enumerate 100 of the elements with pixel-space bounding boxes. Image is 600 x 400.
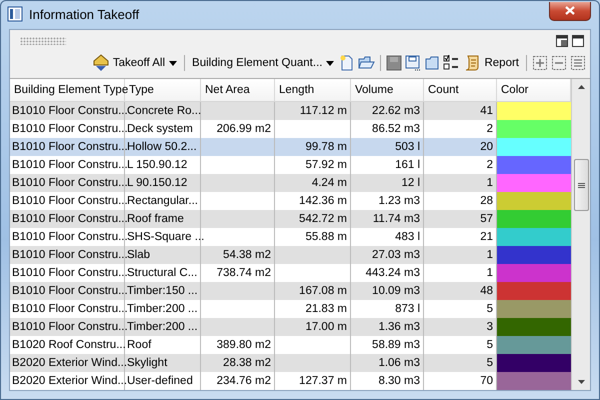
table-cell: B1010 Floor Constru... [12, 195, 128, 207]
table-cell: B1010 Floor Constru... [12, 285, 128, 297]
table-cell: 54.38 m2 [223, 249, 271, 261]
table-cell: 117.12 m [300, 105, 347, 117]
table-row[interactable]: B1010 Floor Constru...Timber:200 ... 17.00 m 1.36 m3 3 [10, 318, 571, 336]
column-header[interactable]: Volume [351, 79, 424, 101]
table-cell: 873 l [395, 303, 420, 315]
table-cell: B1010 Floor Constru... [12, 213, 128, 225]
report-button[interactable]: Report [462, 54, 521, 72]
table-row[interactable]: B1010 Floor Constru...Structural C... 738.74 m2 443.24 m3 1 [10, 264, 571, 282]
table-cell: Rectangular... [127, 195, 198, 207]
folder-icon [424, 55, 440, 71]
table-cell: 70 [480, 375, 493, 387]
table-cell: 22.62 m3 [372, 105, 420, 117]
table-cell: B1010 Floor Constru... [12, 177, 128, 189]
table-cell: Concrete Ro... [127, 105, 202, 117]
table-row[interactable]: B1010 Floor Constru...L 90.150.12 4.24 m 12 l 1 [10, 174, 571, 192]
up-arrow-icon [578, 85, 584, 89]
table-cell: B1010 Floor Constru... [12, 141, 128, 153]
table-cell: B1010 Floor Constru... [12, 231, 128, 243]
table-row[interactable]: B1010 Floor Constru...Concrete Ro... 117.12 m 22.62 m3 41 [10, 102, 571, 120]
plus-icon [532, 55, 548, 71]
table-cell: SHS-Square ... [127, 231, 204, 243]
table-cell: B1010 Floor Constru... [12, 321, 128, 333]
table-cell: Deck system [127, 123, 193, 135]
table-row[interactable]: B2020 Exterior Wind...Skylight 28.38 m2 1.06 m3 5 [10, 354, 571, 372]
table-cell: Timber:200 ... [127, 321, 198, 333]
maximize-icon [572, 35, 584, 47]
table-row[interactable]: B1010 Floor Constru...Timber:150 ... 167.08 m 10.09 m3 48 [10, 282, 571, 300]
column-header[interactable]: Length [275, 79, 351, 101]
table-cell: 3 [486, 321, 493, 333]
table-cell: 12 l [401, 177, 420, 189]
grip-handle[interactable] [20, 37, 66, 45]
table-row[interactable]: B1010 Floor Constru...L 150.90.12 57.92 m 161 l 2 [10, 156, 571, 174]
table-row[interactable]: B1010 Floor Constru...Roof frame 542.72 m 11.74 m3 57 [10, 210, 571, 228]
caret-icon [169, 60, 178, 66]
table-cell: B1010 Floor Constru... [12, 105, 128, 117]
table-cell: 17.00 m [305, 321, 347, 333]
table-cell: 5 [486, 357, 493, 369]
table-cell: Timber:150 ... [127, 285, 198, 297]
table-cell: 443.24 m3 [366, 267, 420, 279]
column-header[interactable]: Net Area [201, 79, 275, 101]
table-cell: 1 [486, 249, 493, 261]
template-dropdown[interactable]: Building Element Quant... [190, 56, 336, 70]
table-cell: B2020 Exterior Wind... [12, 357, 128, 369]
scroll-icon [464, 55, 480, 71]
table-cell: 1 [486, 177, 493, 189]
table-cell: 738.74 m2 [216, 267, 271, 279]
grip-icon [578, 182, 584, 188]
table-row[interactable]: B1010 Floor Constru...Rectangular... 142.36 m 1.23 m3 28 [10, 192, 571, 210]
table-cell: Timber:200 ... [127, 303, 198, 315]
column-header[interactable]: Count [424, 79, 497, 101]
table-cell: 28 [480, 195, 493, 207]
table-cell: 161 l [395, 159, 420, 171]
table-cell: 127.37 m [299, 375, 347, 387]
new-document-icon [339, 55, 356, 71]
window-layout-icon [556, 35, 568, 47]
table-cell: 503 l [395, 141, 420, 153]
table-cell: 389.80 m2 [216, 339, 271, 351]
table-cell: Roof [127, 339, 152, 351]
table-cell: 142.36 m [299, 195, 347, 207]
table-row[interactable]: B1010 Floor Constru...SHS-Square ... 55.88 m 483 l 21 [10, 228, 571, 246]
takeoff-dropdown[interactable]: Takeoff All [90, 53, 180, 73]
info-icon [7, 6, 23, 22]
selected-row[interactable]: B1010 Floor Constru...Hollow 50.2... 99.78 m 503 l 20 [10, 138, 571, 156]
table-cell: B1020 Roof Constru... [12, 339, 126, 351]
table-cell: 58.89 m3 [372, 339, 420, 351]
table-cell: 57.92 m [305, 159, 347, 171]
table-cell: 2 [486, 159, 493, 171]
checklist-icon [443, 55, 460, 71]
table-row[interactable]: B2020 Exterior Wind...User-defined 234.76 m2 127.37 m 8.30 m3 70 [10, 372, 571, 390]
table-cell: 542.72 m [299, 213, 347, 225]
table-cell: 5 [486, 339, 493, 351]
close-button[interactable] [549, 2, 591, 20]
table-cell: 1.23 m3 [378, 195, 420, 207]
table-row[interactable]: B1010 Floor Constru...Deck system 206.99 m2 86.52 m3 2 [10, 120, 571, 138]
table-cell: 11.74 m3 [372, 213, 420, 225]
table-cell: 28.38 m2 [223, 357, 271, 369]
table-cell: Hollow 50.2... [127, 141, 197, 153]
table-cell: 234.76 m2 [216, 375, 271, 387]
house-icon [92, 54, 109, 72]
table-cell: 21.83 m [305, 303, 347, 315]
table-cell: L 150.90.12 [127, 159, 188, 171]
table-cell: 27.03 m3 [372, 249, 420, 261]
table-cell: 99.78 m [305, 141, 347, 153]
table-cell: B1010 Floor Constru... [12, 123, 128, 135]
table-cell: 5 [486, 303, 493, 315]
window-title: Information Takeoff [29, 6, 140, 22]
close-icon [565, 6, 575, 15]
table-row[interactable]: B1020 Roof Constru...Roof 389.80 m2 58.89 m3 5 [10, 336, 571, 354]
minus-icon [551, 55, 567, 71]
table-cell: 57 [480, 213, 493, 225]
vertical-scrollbar[interactable] [571, 79, 590, 390]
table-cell: 1.06 m3 [378, 357, 420, 369]
table-cell: B1010 Floor Constru... [12, 267, 128, 279]
table-row[interactable]: B1010 Floor Constru...Slab 54.38 m2 27.03 m3 1 [10, 246, 571, 264]
table-row[interactable]: B1010 Floor Constru...Timber:200 ... 21.83 m 873 l 5 [10, 300, 571, 318]
table-cell: 20 [480, 141, 493, 153]
table-cell: Skylight [127, 357, 168, 369]
folder-icon [358, 55, 376, 71]
